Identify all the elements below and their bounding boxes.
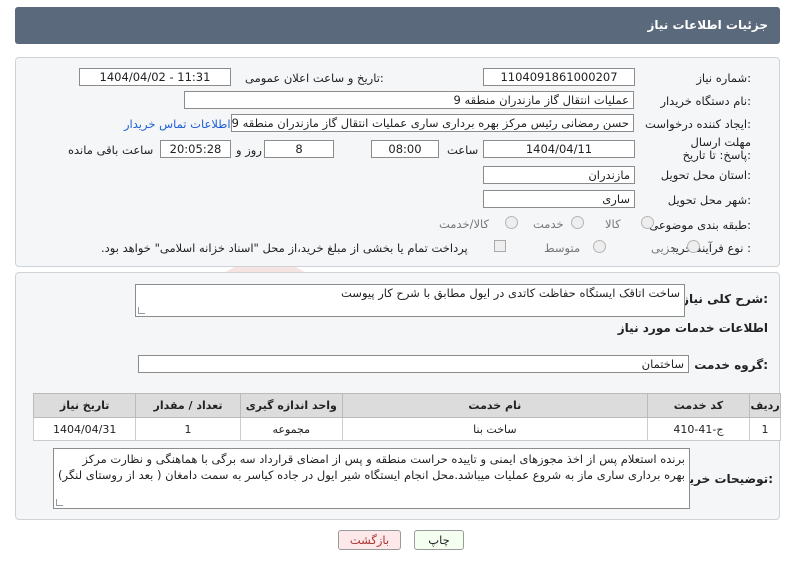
category-goods-service-label: کالا/خدمت: [439, 217, 490, 231]
days-label: روز و: [236, 143, 262, 157]
treasury-payment-checkbox[interactable]: [494, 240, 506, 252]
print-button[interactable]: چاپ: [414, 530, 464, 550]
buyer-notes-textarea[interactable]: برنده استعلام پس از اخذ مجوزهای ایمنی و …: [53, 448, 690, 509]
services-title: اطلاعات خدمات مورد نیاز: [617, 321, 768, 335]
need-number-label: شماره نیاز:: [696, 71, 751, 85]
col-need-date: تاریخ نیاز: [32, 393, 137, 418]
deadline-date-field: 1404/04/11: [483, 140, 635, 158]
need-summary-label: شرح کلی نیاز:: [682, 292, 768, 306]
purchase-minor-label: جزیی: [651, 241, 678, 255]
remaining-days-field: 8: [264, 140, 334, 158]
requester-label: ایجاد کننده درخواست:: [645, 117, 751, 131]
buyer-org-field: عملیات انتقال گاز مازندران منطقه 9: [184, 91, 634, 109]
deadline-time-field: 08:00: [371, 140, 439, 158]
city-field: ساری: [483, 190, 635, 208]
category-service-label: خدمت: [533, 217, 564, 231]
cell-need-date: 1404/04/31: [32, 417, 137, 441]
category-goods-radio[interactable]: [641, 216, 654, 229]
deadline-label: مهلت ارسال پاسخ: تا تاریخ:: [682, 135, 751, 162]
service-group-field: ساختمان: [138, 355, 689, 373]
remaining-time-label: ساعت باقی مانده: [68, 143, 154, 157]
col-row-number: ردیف: [749, 393, 781, 418]
need-summary-text: ساخت اتاقک ایستگاه حفاظت کاتدی در ایول م…: [341, 286, 680, 300]
purchase-medium-radio[interactable]: [593, 240, 606, 253]
purchase-medium-label: متوسط: [544, 241, 581, 255]
category-label: طبقه بندی موضوعی:: [649, 218, 751, 232]
cell-row-number: 1: [749, 417, 781, 441]
announce-datetime-label: تاریخ و ساعت اعلان عمومی:: [245, 71, 384, 85]
cell-quantity: 1: [135, 417, 241, 441]
city-label: شهر محل تحویل:: [667, 193, 751, 207]
page-header: جزئیات اطلاعات نیاز: [15, 7, 780, 44]
need-summary-textarea[interactable]: ساخت اتاقک ایستگاه حفاظت کاتدی در ایول م…: [135, 284, 685, 317]
col-unit: واحد اندازه گیری: [239, 393, 343, 418]
table-row: 1 ج-41-410 ساخت بنا مجموعه 1 1404/04/31: [32, 417, 781, 441]
buyer-notes-text: برنده استعلام پس از اخذ مجوزهای ایمنی و …: [58, 452, 685, 482]
cell-service-code: ج-41-410: [646, 417, 751, 441]
request-info-panel: [15, 57, 780, 267]
services-table-wrap: ردیف کد خدمت نام خدمت واحد اندازه گیری ت…: [32, 393, 781, 441]
buyer-org-label: نام دستگاه خریدار:: [660, 94, 751, 108]
services-table: ردیف کد خدمت نام خدمت واحد اندازه گیری ت…: [32, 393, 781, 441]
category-service-radio[interactable]: [571, 216, 584, 229]
col-service-name: نام خدمت: [341, 393, 648, 418]
back-button[interactable]: بازگشت: [338, 530, 401, 550]
announce-datetime-field: 1404/04/02 - 11:31: [79, 68, 231, 86]
requester-field: حسن رمضانی رئیس مرکز بهره برداری ساری عم…: [231, 114, 634, 132]
cell-unit: مجموعه: [239, 417, 343, 441]
remaining-time-field: 20:05:28: [160, 140, 231, 158]
table-header-row: ردیف کد خدمت نام خدمت واحد اندازه گیری ت…: [32, 393, 781, 418]
page-title: جزئیات اطلاعات نیاز: [647, 18, 768, 32]
resize-handle-icon[interactable]: [138, 307, 145, 314]
need-number-field: 1104091861000207: [483, 68, 635, 86]
col-service-code: کد خدمت: [646, 393, 751, 418]
service-group-label: گروه خدمت:: [694, 358, 768, 372]
treasury-payment-note: پرداخت تمام یا بخشی از مبلغ خرید،از محل …: [101, 241, 468, 255]
purchase-minor-radio[interactable]: [687, 240, 700, 253]
buyer-contact-link[interactable]: اطلاعات تماس خریدار: [124, 117, 231, 131]
resize-handle-icon[interactable]: [56, 499, 63, 506]
province-field: مازندران: [483, 166, 635, 184]
category-goods-service-radio[interactable]: [505, 216, 518, 229]
deadline-time-label: ساعت: [447, 143, 479, 157]
purchase-type-label: نوع فرآیند خرید :: [669, 241, 751, 255]
cell-service-name: ساخت بنا: [341, 417, 648, 441]
province-label: استان محل تحویل:: [660, 168, 751, 182]
category-goods-label: کالا: [605, 217, 621, 231]
col-quantity: تعداد / مقدار: [135, 393, 241, 418]
